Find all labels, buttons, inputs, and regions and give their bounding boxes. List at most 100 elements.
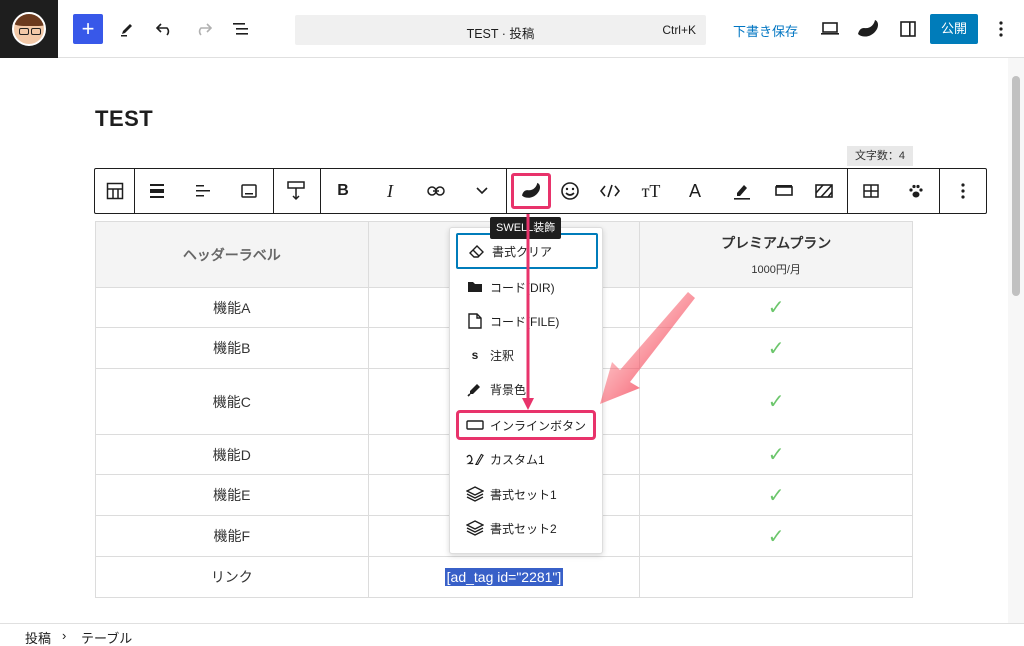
table-cell[interactable]: プレミアムプラン 1000円/月 — [639, 221, 913, 288]
table-cell[interactable]: ✓ — [639, 287, 913, 328]
folder-icon — [466, 281, 484, 293]
save-draft-button[interactable]: 下書き保存 — [733, 21, 798, 40]
highlight-button[interactable] — [727, 177, 757, 205]
table-cell[interactable] — [639, 556, 913, 598]
table-cell[interactable]: ✓ — [639, 474, 913, 516]
publish-button[interactable]: 公開 — [930, 14, 978, 44]
table-row: リンク [ad_tag id="2281"] — [95, 556, 913, 598]
document-overview-button[interactable] — [226, 14, 256, 44]
table-cell[interactable]: ✓ — [639, 434, 913, 475]
swell-logo-icon — [858, 20, 879, 37]
table-cell[interactable]: [ad_tag id="2281"] — [367, 556, 641, 598]
italic-button[interactable]: I — [375, 177, 405, 205]
s-icon: s — [471, 348, 479, 362]
more-vertical-icon — [961, 183, 965, 199]
table-cell[interactable]: リンク — [95, 556, 369, 598]
background-pattern-button[interactable] — [809, 177, 839, 205]
inline-button-tool[interactable] — [769, 177, 799, 205]
align-text-button[interactable] — [188, 177, 218, 205]
breadcrumb-post[interactable]: 投稿 — [25, 628, 51, 646]
menu-item-label: コード(FILE) — [490, 314, 560, 329]
custom-icon — [466, 452, 484, 466]
settings-sidebar-button[interactable] — [893, 14, 923, 44]
chevron-down-icon — [476, 187, 488, 195]
check-icon: ✓ — [767, 444, 785, 466]
options-button[interactable] — [986, 14, 1016, 44]
bold-button[interactable]: B — [328, 177, 358, 205]
text-color-button[interactable]: A — [680, 177, 710, 205]
menu-item-custom-1[interactable]: カスタム1 — [456, 443, 598, 475]
preview-button[interactable] — [815, 14, 845, 44]
check-icon: ✓ — [767, 525, 785, 548]
paw-button[interactable] — [901, 177, 931, 205]
table-cell[interactable]: ヘッダーラベル — [95, 221, 369, 288]
avatar — [12, 12, 46, 46]
more-vertical-icon — [999, 21, 1003, 37]
smiley-icon — [561, 182, 579, 200]
editor-top-bar: + TEST · 投稿 Ctrl+K 下書き保存 公開 — [0, 0, 1024, 58]
font-size-button[interactable]: ᴛT — [636, 177, 666, 205]
table-cell[interactable]: 機能B — [95, 327, 369, 369]
table-icon — [106, 182, 124, 200]
plan-name: プレミアムプラン — [721, 234, 832, 251]
breadcrumb-table[interactable]: テーブル — [81, 628, 132, 646]
table-cell[interactable]: 機能F — [95, 515, 369, 557]
table-block-button[interactable] — [100, 177, 130, 205]
list-view-icon — [233, 23, 248, 35]
command-palette-bar[interactable]: TEST · 投稿 Ctrl+K — [295, 15, 706, 45]
menu-item-background-color[interactable]: 背景色 — [456, 373, 598, 405]
eraser-icon — [468, 244, 486, 258]
inline-code-button[interactable] — [595, 177, 625, 205]
menu-item-format-set-1[interactable]: 書式セット1 — [456, 478, 598, 510]
grid-icon — [863, 184, 879, 198]
table-cell[interactable]: 機能D — [95, 434, 369, 475]
redo-icon — [198, 23, 212, 36]
table-cell[interactable]: 機能E — [95, 474, 369, 516]
emoji-button[interactable] — [555, 177, 585, 205]
post-title[interactable]: TEST — [95, 106, 153, 132]
menu-item-annotation[interactable]: s 注釈 — [456, 339, 598, 371]
add-block-button[interactable]: + — [73, 14, 103, 44]
table-cell[interactable]: ✓ — [639, 368, 913, 435]
table-settings-button[interactable] — [856, 177, 886, 205]
button-icon — [775, 185, 793, 196]
menu-item-code-file[interactable]: コード(FILE) — [456, 305, 598, 337]
menu-item-label: 書式セット2 — [490, 521, 557, 536]
plan-price: 1000円/月 — [751, 263, 801, 276]
table-cell[interactable]: 機能A — [95, 287, 369, 328]
inline-button-highlight — [456, 410, 596, 440]
caption-button[interactable] — [234, 177, 264, 205]
menu-item-code-dir[interactable]: コード(DIR) — [456, 271, 598, 303]
bold-icon: B — [337, 182, 349, 199]
layers-icon — [466, 486, 484, 502]
change-alignment-button[interactable] — [142, 177, 172, 205]
layers-icon — [466, 520, 484, 536]
scrollbar[interactable] — [1008, 58, 1024, 624]
italic-icon: I — [387, 180, 393, 201]
menu-item-format-set-2[interactable]: 書式セット2 — [456, 512, 598, 544]
more-rich-text-button[interactable] — [467, 177, 497, 205]
marker-icon — [734, 185, 750, 200]
font-size-icon: ᴛT — [641, 180, 661, 201]
caption-icon — [241, 184, 257, 198]
header-label: ヘッダーラベル — [182, 246, 281, 263]
menu-item-label: 注釈 — [490, 348, 515, 363]
link-button[interactable] — [421, 177, 451, 205]
block-toolbar: B I ᴛT A — [94, 168, 987, 214]
edit-tool-button[interactable] — [112, 14, 142, 44]
selected-shortcode[interactable]: [ad_tag id="2281"] — [444, 568, 564, 586]
redo-button[interactable] — [188, 14, 218, 44]
text-color-icon: A — [688, 180, 701, 201]
menu-item-label: コード(DIR) — [490, 280, 555, 295]
undo-button[interactable] — [150, 14, 180, 44]
scrollbar-thumb[interactable] — [1012, 76, 1020, 296]
check-icon: ✓ — [767, 297, 785, 319]
block-options-button[interactable] — [948, 177, 978, 205]
table-cell[interactable]: ✓ — [639, 327, 913, 369]
table-cell[interactable]: ✓ — [639, 515, 913, 557]
table-cell[interactable]: 機能C — [95, 368, 369, 435]
site-avatar-button[interactable] — [0, 0, 58, 58]
file-icon — [466, 313, 484, 329]
edit-table-button[interactable] — [281, 177, 311, 205]
swell-settings-button[interactable] — [853, 14, 883, 44]
